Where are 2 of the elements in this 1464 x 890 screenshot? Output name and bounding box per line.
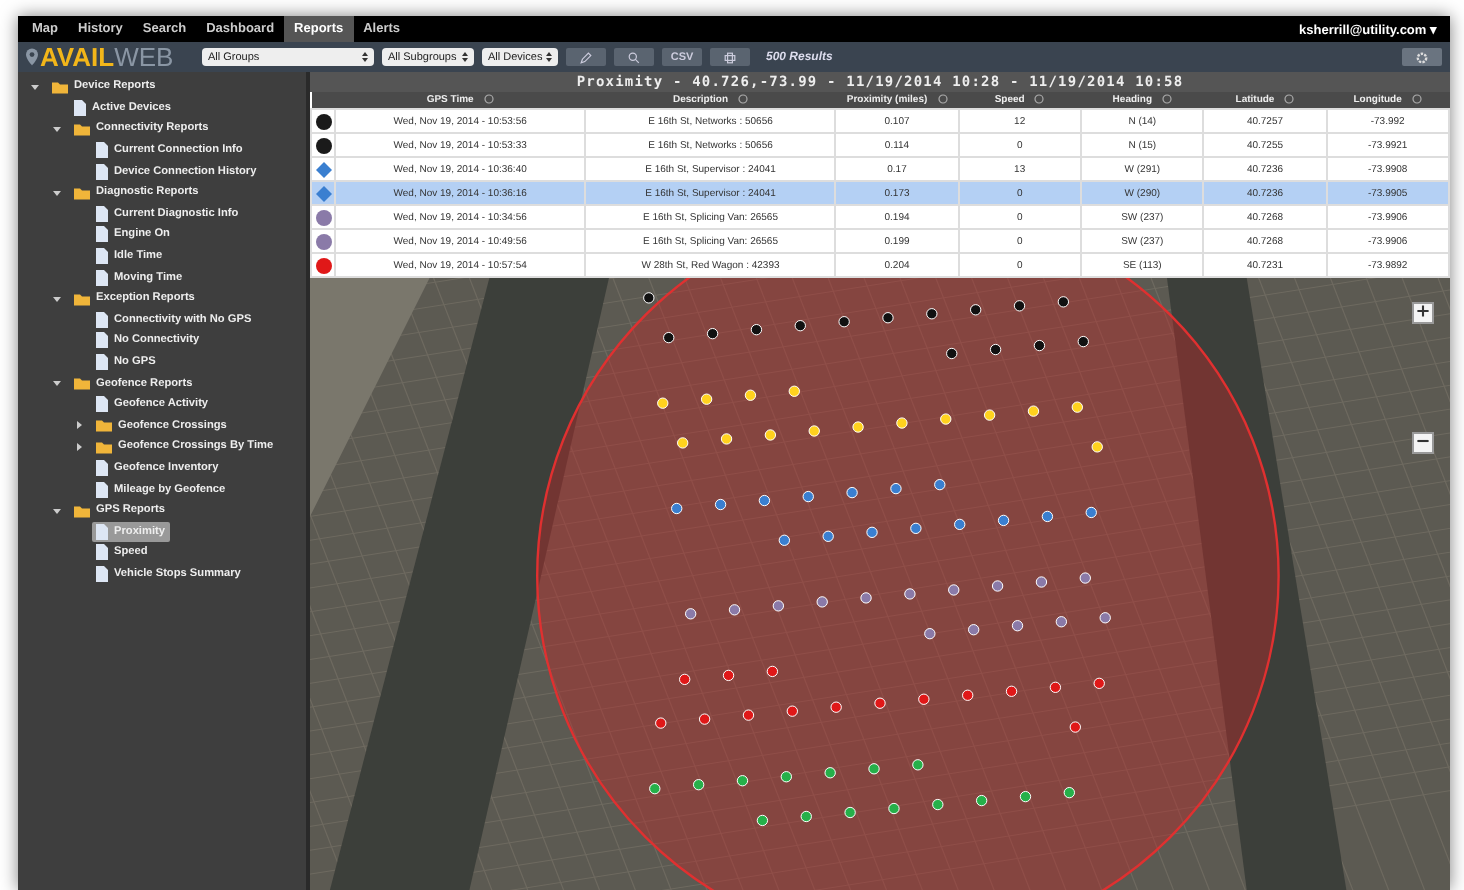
logo-text: AVAIL <box>40 42 115 72</box>
logo-text: WEB <box>114 42 174 72</box>
